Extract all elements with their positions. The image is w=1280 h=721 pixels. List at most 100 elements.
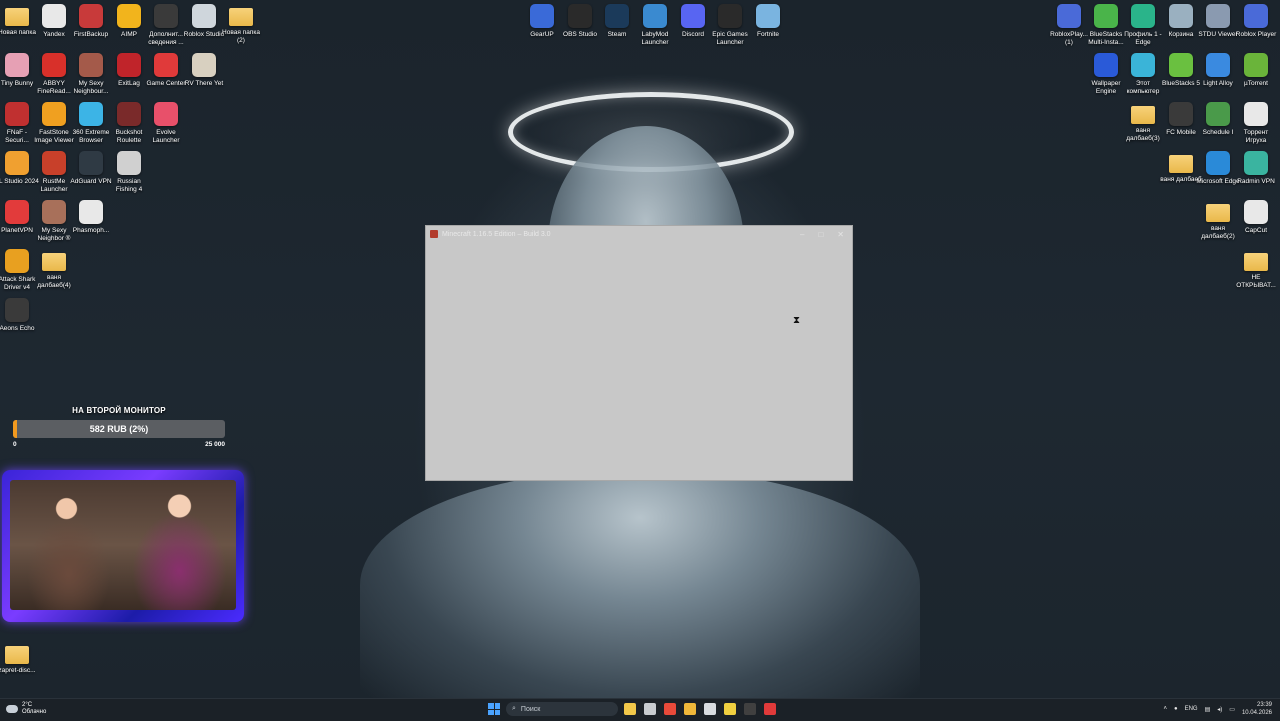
obs-icon	[568, 4, 592, 28]
weather-widget[interactable]: 2°C Облачно	[6, 702, 46, 716]
shortcut-label: ваня далбаеб(4)	[37, 274, 71, 289]
firstbackup-icon	[79, 4, 103, 28]
desktop-shortcut[interactable]: Phasmoph...	[69, 200, 113, 235]
desktop-shortcut[interactable]: ваня далбаеб(4)	[32, 249, 76, 289]
shortcut-label: Aeons Echo	[0, 325, 35, 332]
explorer-icon[interactable]	[624, 703, 636, 715]
desktop: Новая папка Yandex FirstBackup AIMP Дополнит…	[0, 0, 1280, 698]
microphone-icon[interactable]: ●	[1174, 706, 1178, 712]
buckshot-icon	[117, 102, 141, 126]
shortcut-label: НЕ ОТКРЫВАТ...	[1236, 274, 1276, 289]
wallpaper-figure-robe	[360, 470, 920, 698]
roblox-icon	[1244, 4, 1268, 28]
task-view-icon[interactable]	[644, 703, 656, 715]
desktop-shortcut[interactable]: Evolve Launcher	[144, 102, 188, 144]
yandex-icon[interactable]	[664, 703, 676, 715]
radmin-icon	[1244, 151, 1268, 175]
donation-max: 25 000	[205, 441, 225, 448]
adguard-icon	[79, 151, 103, 175]
browser-360-icon	[79, 102, 103, 126]
desktop-shortcut[interactable]: RV There Yet	[182, 53, 226, 88]
schedule-icon	[1206, 102, 1230, 126]
bluestacks-icon	[1169, 53, 1193, 77]
shortcut-label: Roblox Player	[1235, 31, 1277, 38]
faststone-icon	[42, 102, 66, 126]
sticky-note-icon[interactable]	[724, 703, 736, 715]
yandex-icon	[42, 4, 66, 28]
network-icon[interactable]: ▤	[1205, 706, 1211, 713]
shortcut-label: Новая папка (2)	[222, 29, 260, 44]
roblox-studio-icon	[192, 4, 216, 28]
pinned-apps	[624, 703, 776, 715]
taskbar: 2°C Облачно ⌕ Поиск ˄ ● ENG ▤ ◂) ▭ 23:39…	[0, 698, 1280, 721]
donation-goal-widget: НА ВТОРОЙ МОНИТОР 582 RUB (2%) 0 25 000	[13, 406, 225, 448]
abbyy-icon	[42, 53, 66, 77]
shortcut-label: Торрент Игруха	[1243, 129, 1269, 144]
clock[interactable]: 23:39 10.04.2026	[1242, 701, 1272, 717]
maximize-button[interactable]: □	[818, 230, 823, 239]
folder-icon	[42, 253, 66, 271]
desktop-shortcut[interactable]: Aeons Echo	[0, 298, 39, 333]
window-title: Minecraft 1.16.5 Edition – Build 3.0	[442, 230, 551, 238]
desktop-shortcut[interactable]: НЕ ОТКРЫВАТ...	[1234, 249, 1278, 289]
edge-icon	[1206, 151, 1230, 175]
epic-games-icon	[718, 4, 742, 28]
file-explorer-icon[interactable]	[684, 703, 696, 715]
battery-icon[interactable]: ▭	[1229, 706, 1235, 713]
game-icon	[79, 53, 103, 77]
fortnite-icon	[756, 4, 780, 28]
file-icon	[1244, 102, 1268, 126]
volume-icon[interactable]: ◂)	[1217, 706, 1222, 713]
loading-app-window[interactable]: Minecraft 1.16.5 Edition – Build 3.0 – □…	[425, 225, 853, 481]
close-button[interactable]: ✕	[837, 230, 844, 239]
desktop-shortcut[interactable]: µTorrent	[1234, 53, 1278, 88]
evolve-icon	[154, 102, 178, 126]
donation-goal-title: НА ВТОРОЙ МОНИТОР	[72, 406, 166, 415]
folder-icon	[1131, 106, 1155, 124]
shortcut-label: Russian Fishing 4	[115, 178, 143, 193]
shortcut-label: RV There Yet	[184, 80, 224, 87]
shortcut-label: Phasmoph...	[72, 227, 110, 234]
date: 10.04.2026	[1241, 710, 1272, 716]
time: 23:39	[1256, 702, 1272, 708]
game-center-icon[interactable]	[764, 703, 776, 715]
fishing-icon	[117, 151, 141, 175]
desktop-shortcut[interactable]: CapCut	[1234, 200, 1278, 235]
minimize-button[interactable]: –	[800, 230, 804, 239]
chevron-up-icon[interactable]: ˄	[1163, 706, 1167, 712]
aimp-icon	[117, 4, 141, 28]
window-controls: – □ ✕	[800, 230, 848, 239]
steam-icon	[605, 4, 629, 28]
folder-icon	[5, 646, 29, 664]
attack-shark-icon	[5, 249, 29, 273]
desktop-shortcut[interactable]: Radmin VPN	[1234, 151, 1278, 186]
desktop-shortcut[interactable]: Fortnite	[746, 4, 790, 39]
system-tray: ˄ ● ENG ▤ ◂) ▭ 23:39 10.04.2026	[1163, 701, 1272, 717]
folder-icon	[5, 8, 29, 26]
capcut-icon	[1244, 200, 1268, 224]
fl-studio-icon	[5, 151, 29, 175]
planet-vpn-icon	[5, 200, 29, 224]
desktop-shortcut[interactable]: zapret-disc...	[0, 642, 39, 675]
desktop-shortcut[interactable]: Новая папка (2)	[219, 4, 263, 44]
roblox-icon	[1057, 4, 1081, 28]
desktop-shortcut[interactable]: Roblox Player	[1234, 4, 1278, 39]
obs-icon[interactable]	[744, 703, 756, 715]
shortcut-label: Fortnite	[756, 31, 780, 38]
windows-start-icon[interactable]	[488, 703, 500, 715]
store-icon[interactable]	[704, 703, 716, 715]
exitlag-icon	[117, 53, 141, 77]
window-titlebar[interactable]: Minecraft 1.16.5 Edition – Build 3.0 – □…	[426, 226, 852, 242]
folder-icon	[1244, 253, 1268, 271]
tiny-bunny-icon	[5, 53, 29, 77]
desktop-shortcut[interactable]: Russian Fishing 4	[107, 151, 151, 193]
donation-amount: 582 RUB (2%)	[89, 424, 149, 434]
desktop-shortcut[interactable]: Торрент Игруха	[1234, 102, 1278, 144]
search-placeholder: Поиск	[520, 705, 541, 713]
bluestacks-icon	[1094, 4, 1118, 28]
language-indicator[interactable]: ENG	[1185, 706, 1198, 712]
taskbar-search[interactable]: ⌕ Поиск	[506, 702, 618, 716]
shortcut-label: zapret-disc...	[0, 667, 36, 674]
light-alloy-icon	[1206, 53, 1230, 77]
folder-icon	[1206, 204, 1230, 222]
